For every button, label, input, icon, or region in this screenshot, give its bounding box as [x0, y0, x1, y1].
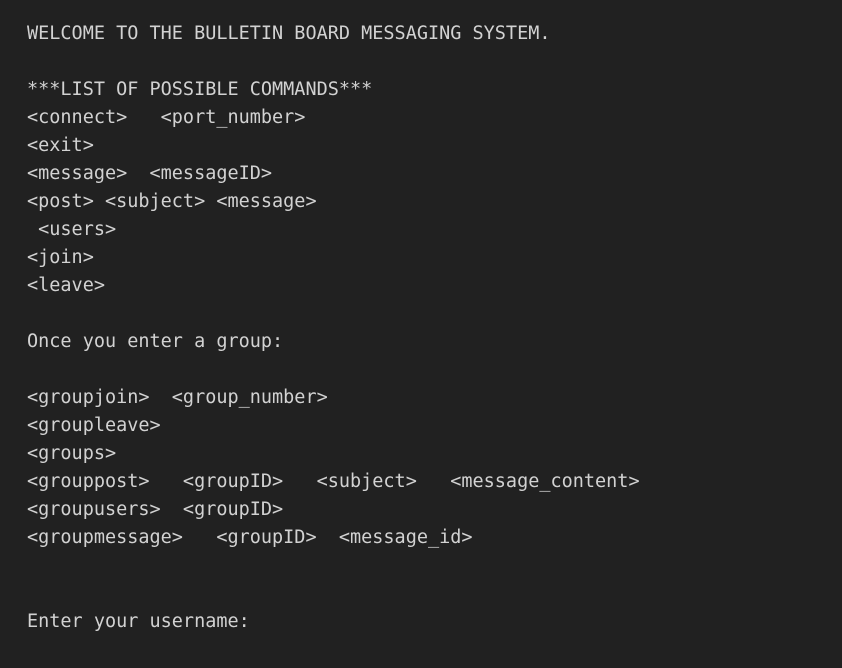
command-line-join: <join> — [27, 247, 94, 268]
command-line-connect: <connect> <port_number> — [27, 107, 306, 128]
command-line-exit: <exit> — [27, 135, 94, 156]
command-line-message: <message> <messageID> — [27, 163, 273, 184]
welcome-message: WELCOME TO THE BULLETIN BOARD MESSAGING … — [27, 23, 551, 44]
command-line-groupjoin: <groupjoin> <group_number> — [27, 387, 328, 408]
command-line-grouppost: <grouppost> <groupID> <subject> <message… — [27, 471, 640, 492]
command-line-groupleave: <groupleave> — [27, 415, 161, 436]
username-prompt: Enter your username: — [27, 611, 250, 632]
command-line-leave: <leave> — [27, 275, 105, 296]
command-line-users: <users> — [27, 219, 117, 240]
group-section-header: Once you enter a group: — [27, 331, 284, 352]
commands-header: ***LIST OF POSSIBLE COMMANDS*** — [27, 79, 373, 100]
command-line-groups: <groups> — [27, 443, 117, 464]
command-line-groupusers: <groupusers> <groupID> — [27, 499, 284, 520]
command-line-groupmessage: <groupmessage> <groupID> <message_id> — [27, 527, 473, 548]
command-line-post: <post> <subject> <message> — [27, 191, 317, 212]
terminal-output[interactable]: WELCOME TO THE BULLETIN BOARD MESSAGING … — [0, 0, 842, 668]
